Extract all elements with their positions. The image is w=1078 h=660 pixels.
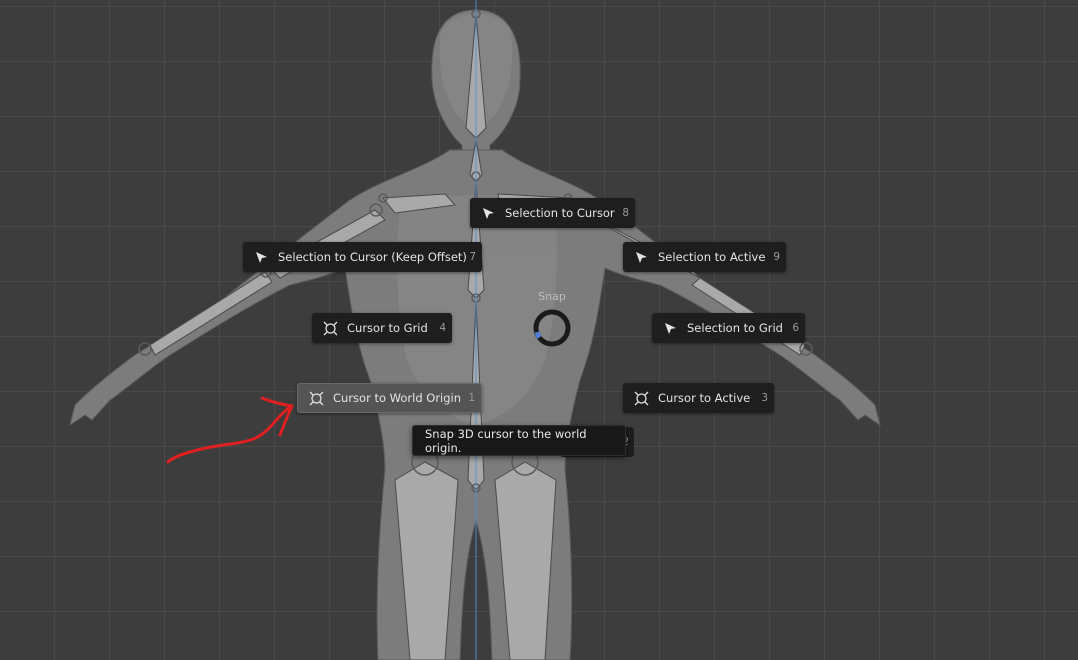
3d-viewport[interactable]: Selection to Cursor 8 Selection to Curso… <box>0 0 1078 660</box>
annotation-arrow-icon <box>166 396 294 464</box>
